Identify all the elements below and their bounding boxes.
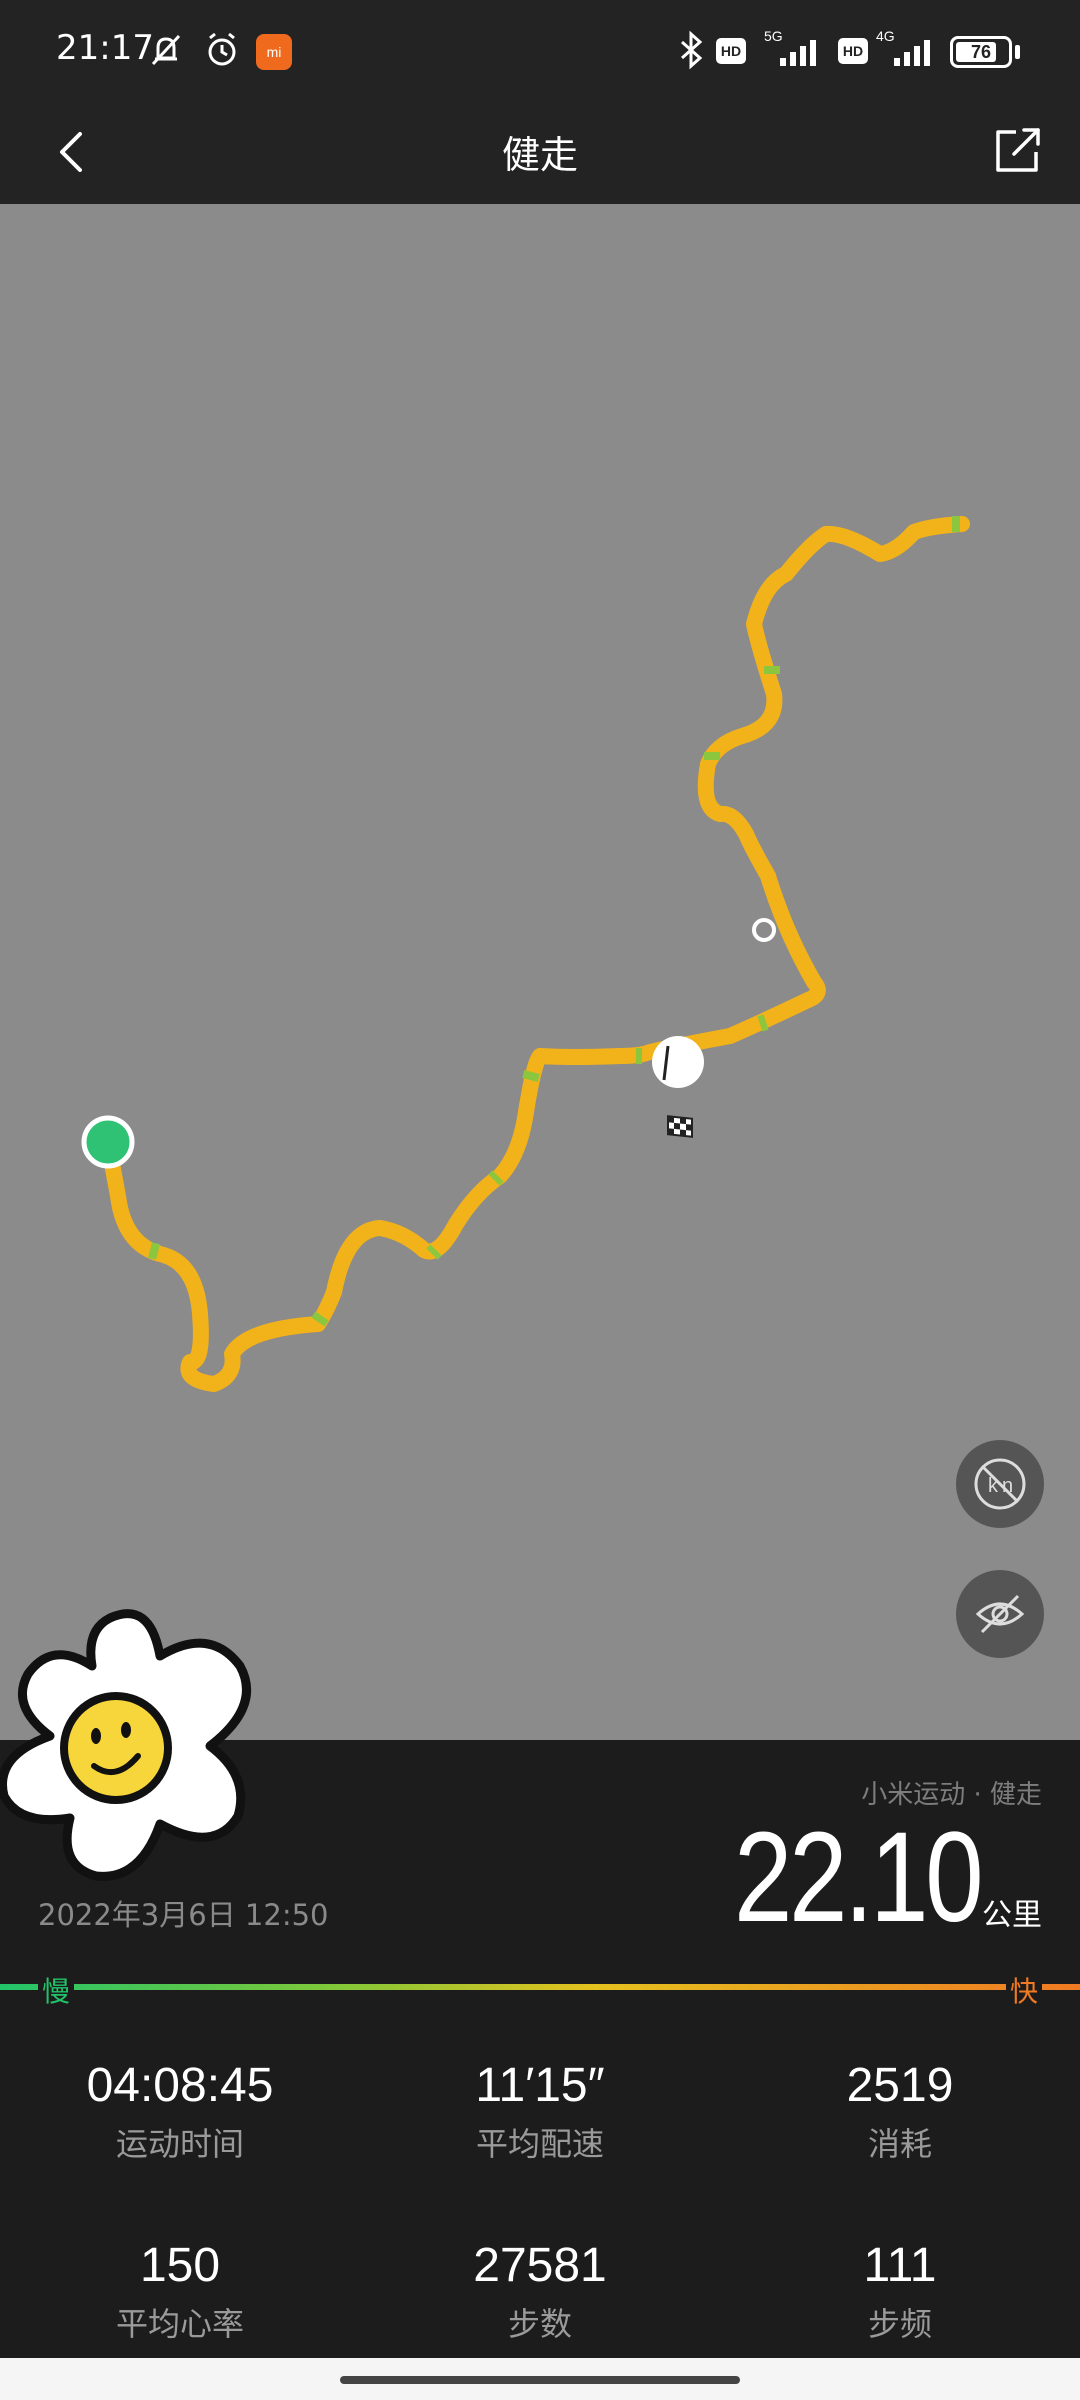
route-map-canvas (81, 516, 970, 1392)
status-time: 21:17 (56, 28, 154, 68)
pace-gradient-bar (0, 1984, 1080, 1990)
stat-value: 27581 (473, 2239, 607, 2292)
share-export-icon (996, 128, 1040, 172)
mute-bell-icon (151, 34, 181, 66)
stat-label: 步频 (867, 2305, 932, 2343)
km-marker-toggle-button[interactable]: k n (956, 1440, 1044, 1528)
gesture-bar-area (0, 2358, 1080, 2400)
stat-duration: 04:08:45 运动时间 (0, 2058, 360, 2165)
start-point (81, 1115, 135, 1169)
distance-unit: 公里 (982, 1898, 1042, 1933)
battery-icon: 76 (950, 36, 1012, 68)
stat-steps: 27581 步数 (360, 2238, 720, 2345)
distance-value: 22.10 (733, 1806, 984, 1949)
page-title: 健走 (501, 133, 578, 177)
status-bar: 21:17 mi HD 5G HD 4G 76 (0, 0, 1080, 100)
workout-date: 2022年3月6日 12:50 (38, 1898, 329, 1932)
stat-label: 平均配速 (475, 2125, 604, 2163)
stat-label: 平均心率 (115, 2305, 244, 2343)
pace-fast-label: 快 (1005, 1970, 1042, 2010)
pace-slow-label: 慢 (38, 1970, 75, 2010)
route-path (100, 516, 970, 1392)
stat-avg-heart-rate: 150 平均心率 (0, 2238, 360, 2345)
stat-label: 消耗 (867, 2125, 932, 2163)
hide-eye-icon (975, 1594, 1025, 1634)
mi-app-notification-icon: mi (256, 34, 292, 70)
hide-route-button[interactable] (956, 1570, 1044, 1658)
stat-label: 运动时间 (115, 2125, 244, 2163)
stat-value: 150 (139, 2239, 221, 2292)
share-button[interactable] (988, 114, 1048, 186)
stat-label: 步数 (507, 2305, 572, 2343)
pace-marks (148, 516, 960, 1327)
km-marker-toggle-icon: k n (974, 1458, 1026, 1510)
stat-avg-pace: 11′15″ 平均配速 (360, 2058, 720, 2165)
km-marker (752, 918, 776, 942)
stat-value: 11′15″ (475, 2059, 605, 2112)
home-indicator[interactable] (340, 2376, 740, 2384)
signal-icon-1 (780, 40, 816, 66)
signal-icon-2 (894, 40, 930, 66)
stat-value: 111 (863, 2239, 937, 2292)
bluetooth-icon (681, 30, 703, 70)
app-bar: 健走 (0, 100, 1080, 204)
stat-value: 04:08:45 (86, 2059, 274, 2112)
hd-badge-1: HD (716, 38, 746, 64)
alarm-icon (208, 32, 236, 66)
finish-flag-icon (652, 1036, 704, 1138)
stat-calories: 2519 消耗 (720, 2058, 1080, 2165)
hd-badge-2: HD (838, 38, 868, 64)
stat-cadence: 111 步频 (720, 2238, 1080, 2345)
route-map[interactable]: k n (0, 204, 1080, 1740)
flower-sticker (0, 1609, 251, 1881)
stat-value: 2519 (846, 2059, 954, 2112)
